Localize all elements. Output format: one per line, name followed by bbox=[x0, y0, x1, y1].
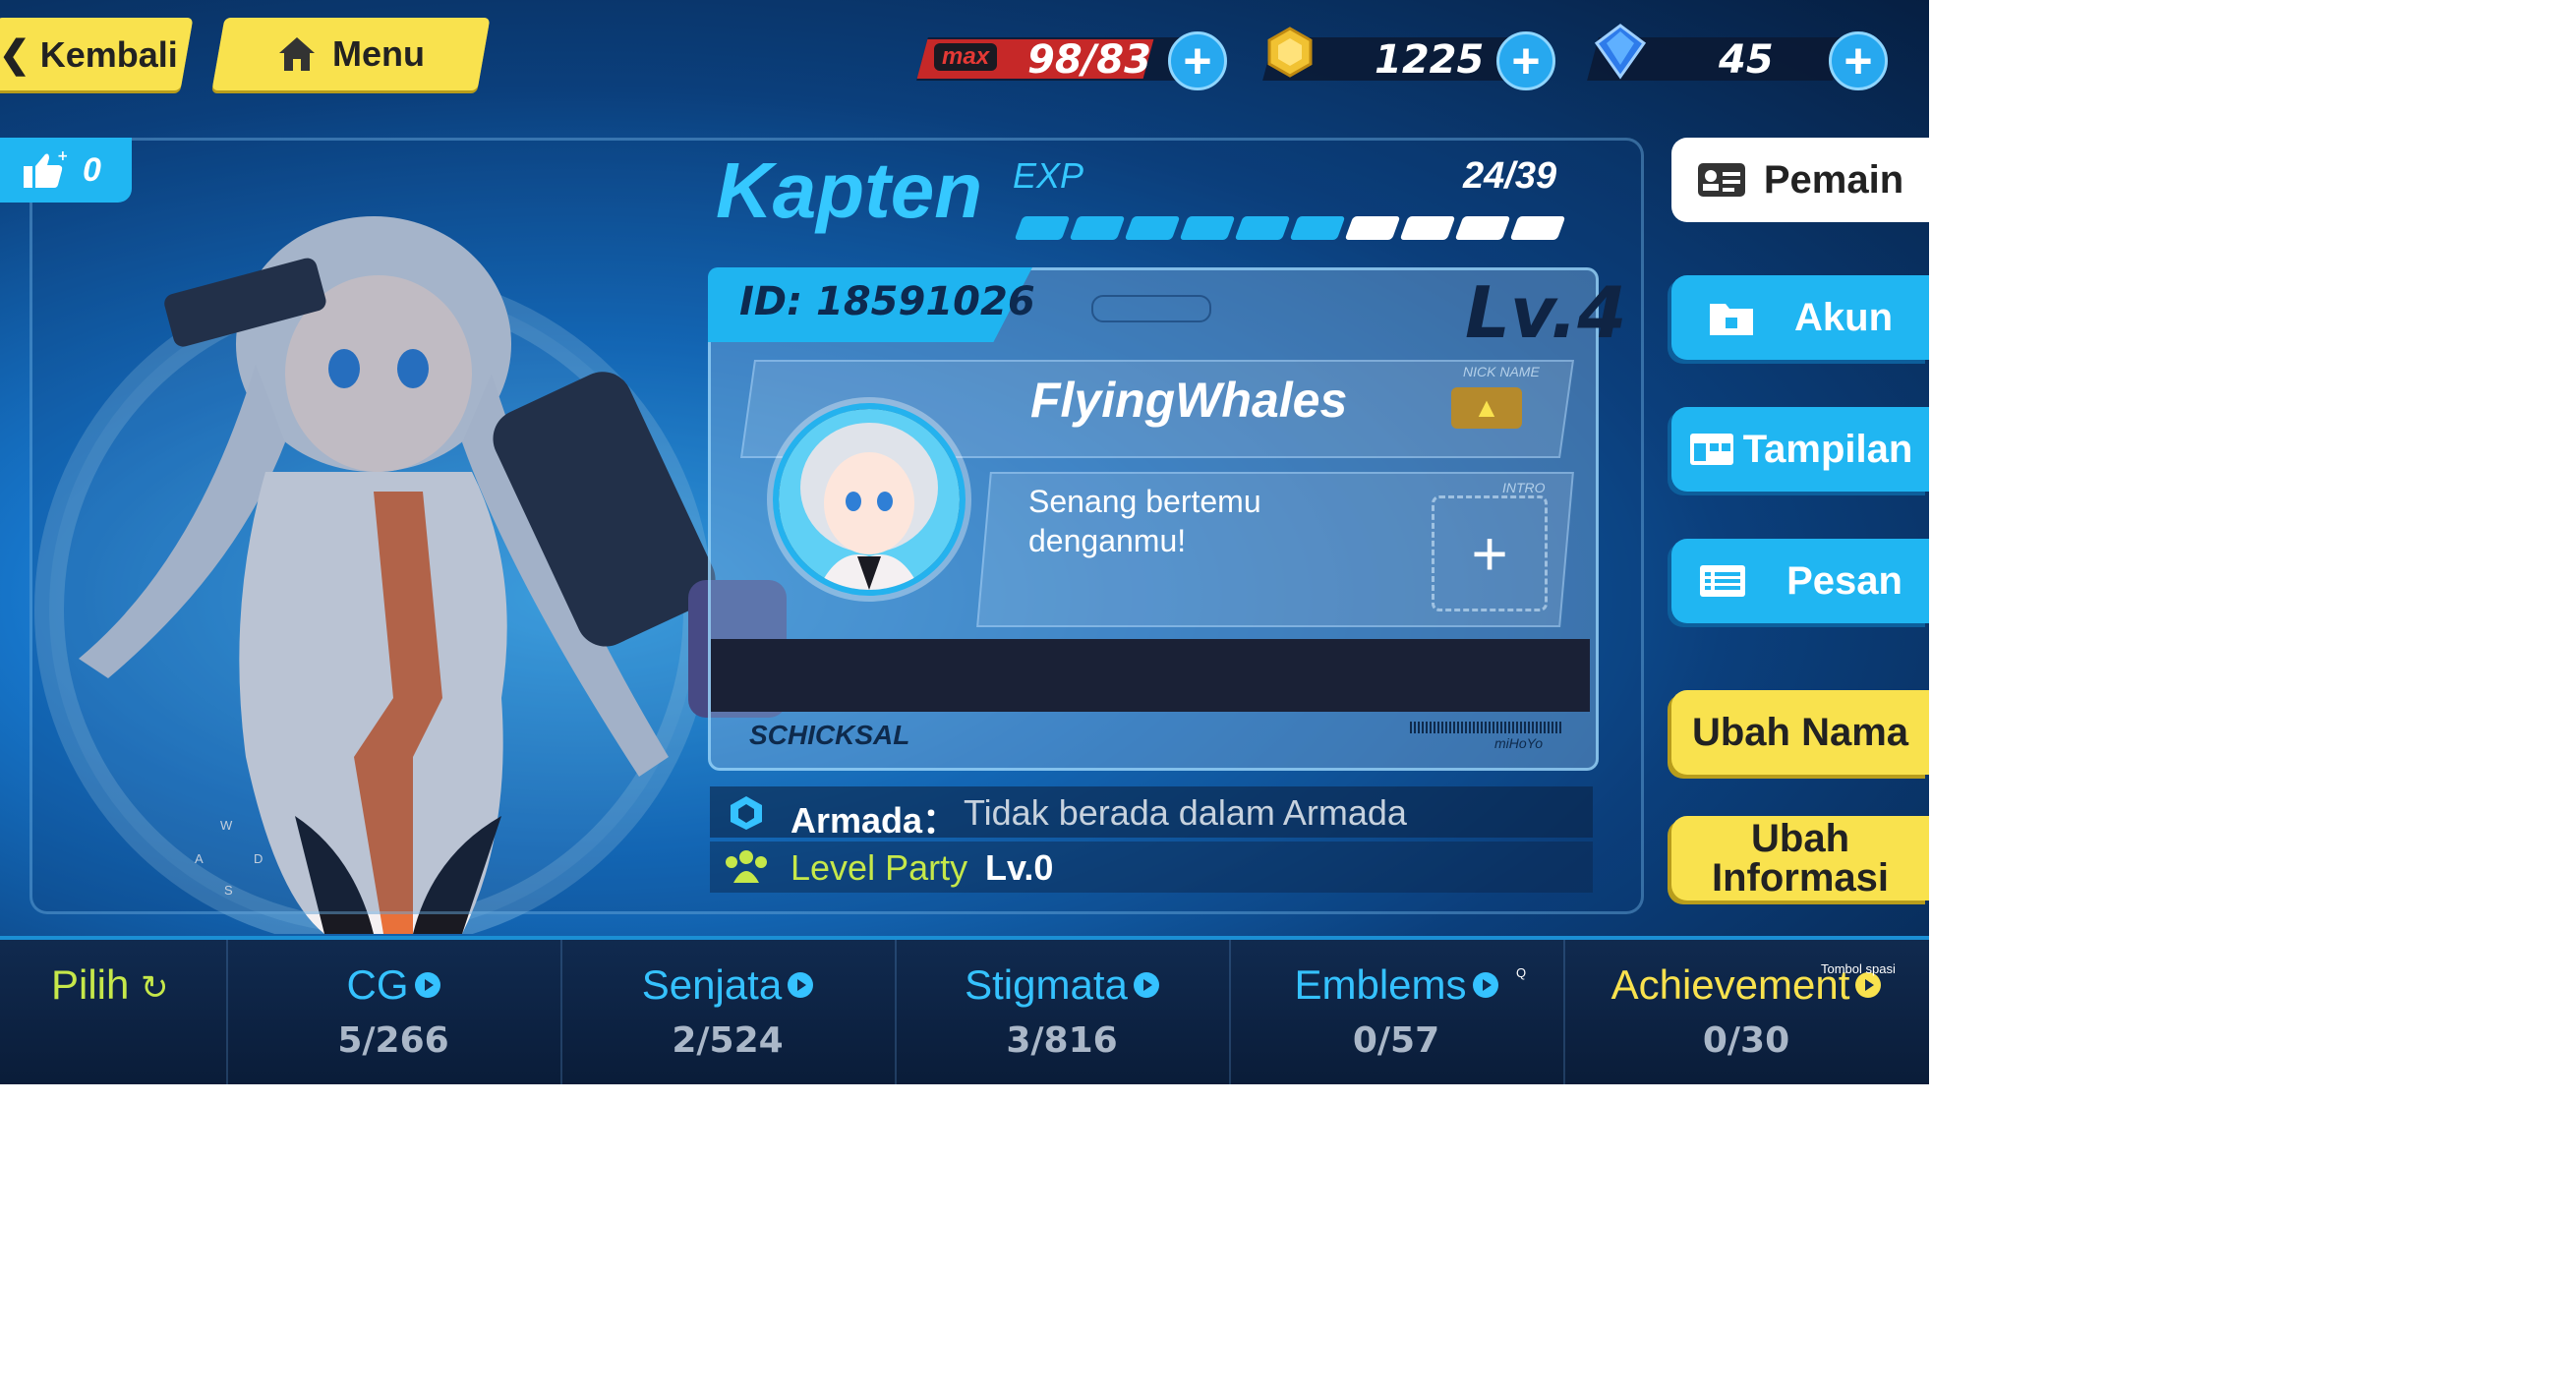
tab-pilih-label: Pilih bbox=[51, 961, 130, 1008]
coins-value: 1225 bbox=[1375, 37, 1485, 83]
brand-mihoyo: miHoYo bbox=[1494, 735, 1544, 751]
play-icon bbox=[788, 971, 814, 998]
chevron-left-icon: ❮ bbox=[0, 33, 30, 76]
crystals-plus-button[interactable]: + bbox=[1829, 31, 1888, 90]
coin-icon bbox=[1267, 27, 1313, 78]
tab-senjata-label: Senjata bbox=[641, 961, 783, 1008]
crystal-icon bbox=[1594, 24, 1647, 80]
layout-icon bbox=[1689, 434, 1733, 465]
play-icon bbox=[414, 971, 440, 998]
tab-senjata-count: 2/524 bbox=[672, 1020, 784, 1061]
plus-icon: + bbox=[1471, 518, 1508, 589]
tab-pilih[interactable]: Pilih ↻ bbox=[0, 940, 228, 1084]
menu-label: Menu bbox=[332, 33, 425, 74]
tab-stigmata-count: 3/816 bbox=[1006, 1020, 1118, 1061]
rename-label: Ubah Nama bbox=[1691, 710, 1909, 754]
edit-info-label-line1: Ubah bbox=[1751, 817, 1849, 860]
crystals-value: 45 bbox=[1719, 37, 1774, 83]
side-akun-label: Akun bbox=[1794, 295, 1893, 339]
exp-label: EXP bbox=[1013, 155, 1084, 196]
exp-value: 24/39 bbox=[1463, 155, 1557, 197]
likes-button[interactable]: + 0 bbox=[0, 138, 132, 203]
tab-emblems-label: Emblems bbox=[1294, 961, 1467, 1008]
home-icon bbox=[279, 37, 315, 71]
play-icon bbox=[1133, 971, 1159, 998]
game-screen: W A D S ❮ Kembali Menu max 98/83 + 1225 … bbox=[0, 0, 1929, 1084]
side-tampilan-button[interactable]: Tampilan bbox=[1671, 407, 1929, 492]
exp-segment bbox=[1124, 216, 1181, 240]
armada-label: Armada： bbox=[790, 800, 959, 841]
key-hint-q: Q bbox=[1516, 965, 1527, 980]
party-icon bbox=[726, 850, 767, 883]
tab-emblems[interactable]: Emblems 0/57 bbox=[1229, 940, 1565, 1084]
party-value: Lv.0 bbox=[985, 847, 1054, 888]
edit-nickname-button[interactable]: ▲ bbox=[1451, 387, 1522, 429]
menu-button[interactable]: Menu bbox=[211, 18, 491, 90]
intro-caption: INTRO bbox=[1502, 480, 1546, 495]
stamina-value: 98/83 bbox=[1027, 37, 1151, 83]
side-tampilan-label: Tampilan bbox=[1742, 427, 1913, 471]
folder-lock-icon bbox=[1710, 304, 1753, 335]
tab-achievement-label: Achievement bbox=[1610, 961, 1850, 1008]
intro-text-line1: Senang bertemu bbox=[1028, 484, 1261, 519]
side-pesan-label: Pesan bbox=[1786, 558, 1903, 603]
rename-button[interactable]: Ubah Nama bbox=[1671, 690, 1929, 775]
nickname-caption: NICK NAME bbox=[1463, 364, 1540, 379]
nickname: FlyingWhales bbox=[1030, 373, 1348, 428]
back-label: Kembali bbox=[39, 33, 178, 74]
exp-progress-bar bbox=[1014, 216, 1589, 246]
tab-senjata[interactable]: Senjata 2/524 bbox=[560, 940, 897, 1084]
stamina-max-badge: max bbox=[934, 43, 998, 71]
tab-stigmata[interactable]: Stigmata 3/816 bbox=[895, 940, 1231, 1084]
card-slot bbox=[1091, 295, 1211, 322]
tab-cg[interactable]: CG 5/266 bbox=[226, 940, 562, 1084]
barcode bbox=[1410, 722, 1561, 733]
stamina-plus-button[interactable]: + bbox=[1168, 31, 1227, 90]
player-level: Lv.4 bbox=[1465, 271, 1627, 354]
exp-segment bbox=[1014, 216, 1071, 240]
tab-cg-count: 5/266 bbox=[337, 1020, 449, 1061]
exp-segment bbox=[1069, 216, 1126, 240]
side-pemain-button[interactable]: Pemain bbox=[1671, 138, 1929, 222]
back-button[interactable]: ❮ Kembali bbox=[0, 18, 194, 90]
id-card-icon bbox=[1697, 163, 1745, 197]
exp-segment bbox=[1344, 216, 1401, 240]
exp-segment bbox=[1179, 216, 1236, 240]
profile-title: Kapten bbox=[716, 146, 983, 234]
avatar-portrait bbox=[779, 409, 960, 590]
intro-text-line2: denganmu! bbox=[1028, 523, 1187, 558]
tab-emblems-count: 0/57 bbox=[1352, 1020, 1440, 1061]
armada-value: Tidak berada dalam Armada bbox=[964, 792, 1407, 833]
exp-segment bbox=[1234, 216, 1291, 240]
exp-segment bbox=[1509, 216, 1566, 240]
avatar[interactable] bbox=[773, 403, 966, 596]
exp-segment bbox=[1399, 216, 1456, 240]
add-intro-button[interactable]: + bbox=[1432, 495, 1548, 611]
party-label: Level Party bbox=[790, 847, 968, 888]
card-dark-strip bbox=[711, 639, 1590, 712]
brand-schicksal: SCHICKSAL bbox=[749, 720, 910, 750]
play-icon bbox=[1472, 971, 1498, 998]
edit-info-button[interactable]: Ubah Informasi bbox=[1671, 816, 1929, 900]
tab-stigmata-label: Stigmata bbox=[965, 961, 1128, 1008]
likes-count: 0 bbox=[83, 150, 101, 189]
list-icon bbox=[1700, 565, 1746, 597]
exp-segment bbox=[1454, 216, 1511, 240]
armada-icon bbox=[731, 796, 762, 830]
thumbs-up-icon: + bbox=[24, 150, 67, 188]
tab-cg-label: CG bbox=[346, 961, 409, 1008]
side-pesan-button[interactable]: Pesan bbox=[1671, 539, 1929, 623]
svg-text:+: + bbox=[57, 150, 67, 164]
coins-plus-button[interactable]: + bbox=[1496, 31, 1555, 90]
edit-info-label-line2: Informasi bbox=[1711, 856, 1890, 900]
side-pemain-label: Pemain bbox=[1763, 157, 1904, 202]
refresh-icon: ↻ bbox=[141, 969, 169, 1007]
side-akun-button[interactable]: Akun bbox=[1671, 275, 1929, 360]
key-hint-space: Tombol spasi bbox=[1821, 961, 1896, 976]
double-chevron-up-icon: ▲ bbox=[1473, 392, 1500, 423]
exp-segment bbox=[1289, 216, 1346, 240]
player-id: ID: 18591026 bbox=[739, 279, 1035, 324]
tab-achievement-count: 0/30 bbox=[1702, 1020, 1790, 1061]
bottom-tab-bar: Pilih ↻ CG 5/266 Senjata 2/524 Stigmata … bbox=[0, 936, 1929, 1084]
